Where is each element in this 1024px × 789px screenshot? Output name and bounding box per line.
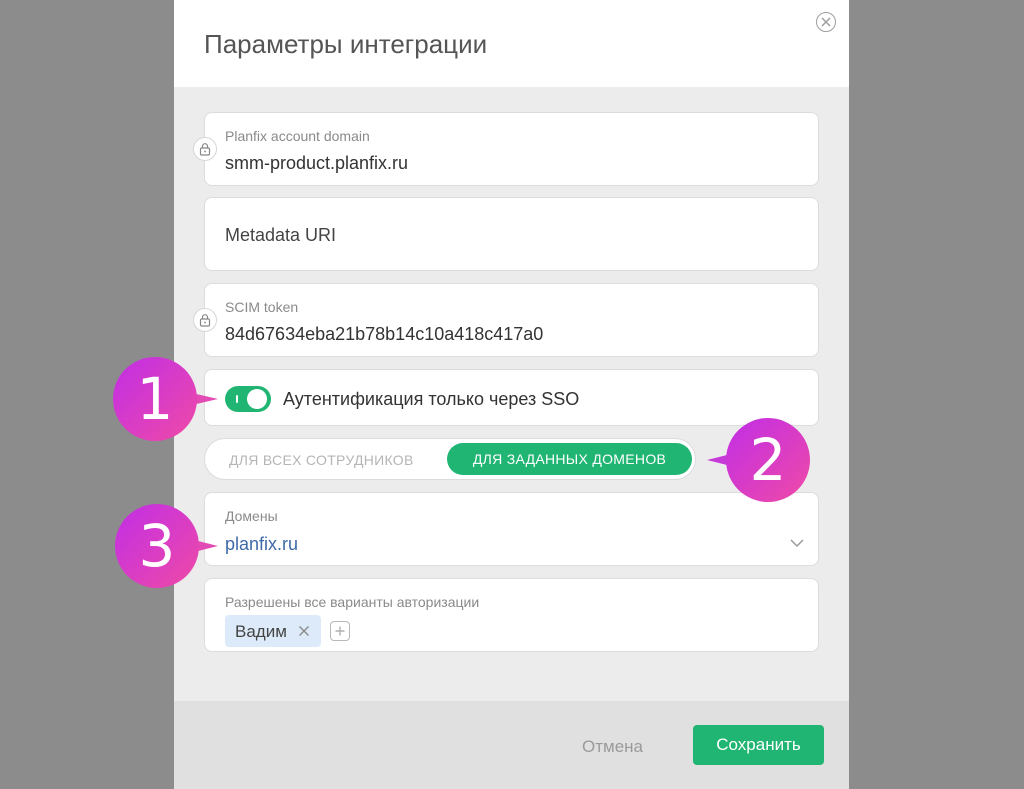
metadata-uri-input[interactable]: Metadata URI — [204, 197, 819, 271]
dialog-title: Параметры интеграции — [204, 29, 488, 59]
plus-icon — [335, 626, 345, 636]
all-auth-users-field: Разрешены все варианты авторизации Вадим — [204, 578, 819, 652]
lock-icon — [193, 137, 217, 161]
save-button[interactable]: Сохранить — [693, 725, 824, 765]
callout-number: 1 — [136, 365, 174, 433]
account-domain-label: Planfix account domain — [225, 128, 370, 144]
domains-select[interactable]: Домены planfix.ru — [204, 492, 819, 566]
sso-only-toggle[interactable] — [225, 386, 271, 412]
domains-value: planfix.ru — [225, 534, 299, 554]
callout-number: 3 — [138, 512, 176, 580]
domains-label: Домены — [225, 508, 278, 524]
callout-number: 2 — [749, 426, 787, 494]
all-auth-users-label: Разрешены все варианты авторизации — [225, 594, 480, 610]
account-domain-field: Planfix account domain smm-product.planf… — [193, 112, 819, 186]
scope-switch: ДЛЯ ВСЕХ СОТРУДНИКОВ ДЛЯ ЗАДАННЫХ ДОМЕНО… — [204, 438, 696, 480]
user-chip: Вадим — [225, 615, 321, 647]
close-icon — [821, 17, 831, 27]
user-chip-label: Вадим — [235, 622, 287, 641]
scope-option-all-employees[interactable]: ДЛЯ ВСЕХ СОТРУДНИКОВ — [229, 452, 414, 468]
callout-badge-1: 1 — [112, 356, 218, 442]
toggle-knob — [247, 389, 267, 409]
scim-token-label: SCIM token — [225, 299, 299, 315]
lock-icon — [193, 308, 217, 332]
integration-settings-dialog: Параметры интеграции Planfix account dom… — [174, 0, 849, 789]
dialog-header: Параметры интеграции — [174, 0, 849, 87]
callout-badge-3: 3 — [114, 503, 218, 589]
account-domain-value: smm-product.planfix.ru — [225, 153, 409, 173]
scim-token-field: SCIM token 84d67634eba21b78b14c10a418c41… — [193, 283, 819, 357]
chevron-down-icon — [790, 539, 804, 548]
close-button[interactable] — [816, 12, 836, 32]
add-user-button[interactable] — [330, 621, 350, 641]
remove-chip-icon[interactable] — [298, 625, 310, 637]
callout-badge-2: 2 — [707, 417, 811, 503]
dialog-footer: Отмена Сохранить — [174, 701, 849, 789]
scim-token-value: 84d67634eba21b78b14c10a418c417a0 — [225, 324, 544, 344]
scope-option-specified-domains[interactable]: ДЛЯ ЗАДАННЫХ ДОМЕНОВ — [447, 443, 692, 475]
toggle-on-mark — [236, 395, 238, 403]
sso-only-label: Аутентификация только через SSO — [283, 389, 580, 409]
metadata-uri-placeholder: Metadata URI — [225, 225, 337, 245]
cancel-button[interactable]: Отмена — [582, 737, 643, 757]
